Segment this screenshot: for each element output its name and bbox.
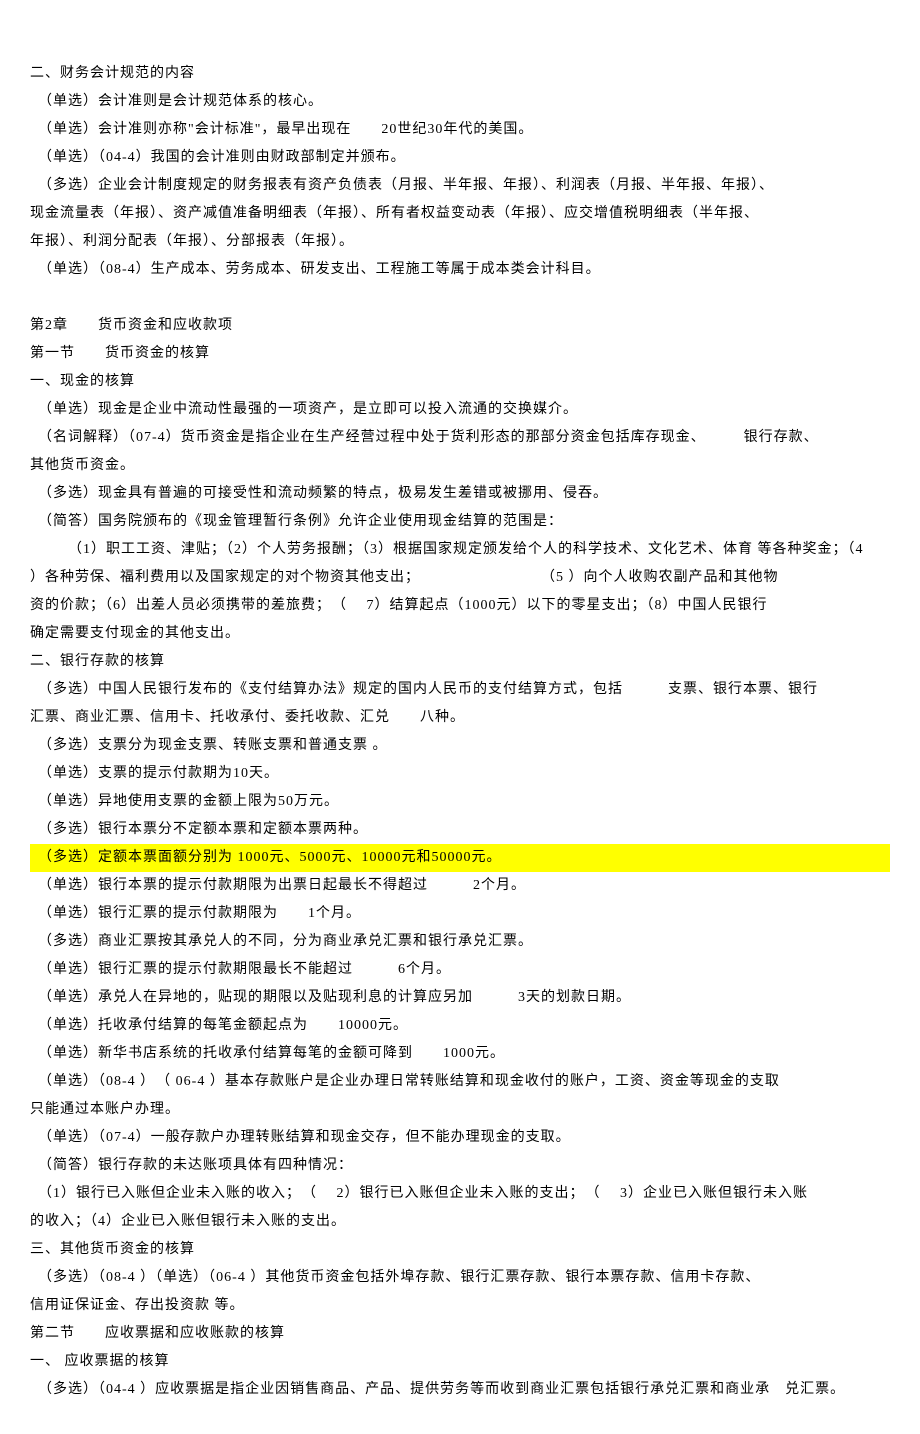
text-line: 第一节 货币资金的核算 (30, 340, 890, 368)
text-line: （单选）（07-4）一般存款户办理转账结算和现金交存，但不能办理现金的支取。 (30, 1124, 890, 1152)
text-line: 确定需要支付现金的其他支出。 (30, 620, 890, 648)
text-line: （简答）国务院颁布的《现金管理暂行条例》允许企业使用现金结算的范围是： (30, 508, 890, 536)
text-line: 二、财务会计规范的内容 (30, 60, 890, 88)
text-line: （单选）现金是企业中流动性最强的一项资产，是立即可以投入流通的交换媒介。 (30, 396, 890, 424)
text-line: 资的价款；（6）出差人员必须携带的差旅费； （ 7）结算起点（1000元）以下的… (30, 592, 890, 620)
text-line: （多选）企业会计制度规定的财务报表有资产负债表（月报、半年报、年报）、利润表（月… (30, 172, 890, 200)
text-line: 年报）、利润分配表（年报）、分部报表（年报）。 (30, 228, 890, 256)
text-line: （单选）（08-4 ） （ 06-4 ）基本存款账户是企业办理日常转账结算和现金… (30, 1068, 890, 1096)
text-line: 其他货币资金。 (30, 452, 890, 480)
text-line: （多选）支票分为现金支票、转账支票和普通支票 。 (30, 732, 890, 760)
text-line: 一、 应收票据的核算 (30, 1348, 890, 1376)
text-line: （单选）会计准则是会计规范体系的核心。 (30, 88, 890, 116)
text-line: （单选）新华书店系统的托收承付结算每笔的金额可降到 1000元。 (30, 1040, 890, 1068)
text-line: （单选）支票的提示付款期为10天。 (30, 760, 890, 788)
text-line (30, 284, 890, 312)
text-line: （多选）（04-4 ）应收票据是指企业因销售商品、产品、提供劳务等而收到商业汇票… (30, 1376, 890, 1404)
text-line: （多选）（08-4 ）（单选）（06-4 ）其他货币资金包括外埠存款、银行汇票存… (30, 1264, 890, 1292)
text-line: （单选）托收承付结算的每笔金额起点为 10000元。 (30, 1012, 890, 1040)
text-line: 第2章 货币资金和应收款项 (30, 312, 890, 340)
text-line: ）各种劳保、福利费用以及国家规定的对个物资其他支出； （5 ）向个人收购农副产品… (30, 564, 890, 592)
text-line: 三、其他货币资金的核算 (30, 1236, 890, 1264)
text-line: 一、现金的核算 (30, 368, 890, 396)
text-line: （多选）现金具有普遍的可接受性和流动频繁的特点，极易发生差错或被挪用、侵吞。 (30, 480, 890, 508)
text-line: （单选）承兑人在异地的，贴现的期限以及贴现利息的计算应另加 3天的划款日期。 (30, 984, 890, 1012)
text-line: （单选）银行汇票的提示付款期限为 1个月。 (30, 900, 890, 928)
text-line: （多选）定额本票面额分别为 1000元、5000元、10000元和50000元。 (30, 844, 890, 872)
text-line: 现金流量表（年报）、资产减值准备明细表（年报）、所有者权益变动表（年报）、应交增… (30, 200, 890, 228)
text-line: （名词解释）（07-4）货币资金是指企业在生产经营过程中处于货利形态的那部分资金… (30, 424, 890, 452)
text-line: （单选）银行本票的提示付款期限为出票日起最长不得超过 2个月。 (30, 872, 890, 900)
text-line: （单选）会计准则亦称"会计标准"，最早出现在 20世纪30年代的美国。 (30, 116, 890, 144)
text-line: （1）银行已入账但企业未入账的收入； （ 2）银行已入账但企业未入账的支出； （… (30, 1180, 890, 1208)
text-line: 二、银行存款的核算 (30, 648, 890, 676)
text-line: （1）职工工资、津贴；（2）个人劳务报酬；（3）根据国家规定颁发给个人的科学技术… (30, 536, 890, 564)
text-line: 第二节 应收票据和应收账款的核算 (30, 1320, 890, 1348)
text-line: （单选）银行汇票的提示付款期限最长不能超过 6个月。 (30, 956, 890, 984)
text-line: （简答）银行存款的未达账项具体有四种情况： (30, 1152, 890, 1180)
text-line: 只能通过本账户办理。 (30, 1096, 890, 1124)
text-line: 汇票、商业汇票、信用卡、托收承付、委托收款、汇兑 八种。 (30, 704, 890, 732)
text-line: 的收入；（4）企业已入账但银行未入账的支出。 (30, 1208, 890, 1236)
document-body: 二、财务会计规范的内容 （单选）会计准则是会计规范体系的核心。 （单选）会计准则… (30, 60, 890, 1404)
text-line: 信用证保证金、存出投资款 等。 (30, 1292, 890, 1320)
text-line: （多选）中国人民银行发布的《支付结算办法》规定的国内人民币的支付结算方式，包括 … (30, 676, 890, 704)
text-line: （单选）（04-4）我国的会计准则由财政部制定并颁布。 (30, 144, 890, 172)
text-line: （多选）银行本票分不定额本票和定额本票两种。 (30, 816, 890, 844)
text-line: （单选）（08-4）生产成本、劳务成本、研发支出、工程施工等属于成本类会计科目。 (30, 256, 890, 284)
text-line: （多选）商业汇票按其承兑人的不同，分为商业承兑汇票和银行承兑汇票。 (30, 928, 890, 956)
text-line: （单选）异地使用支票的金额上限为50万元。 (30, 788, 890, 816)
